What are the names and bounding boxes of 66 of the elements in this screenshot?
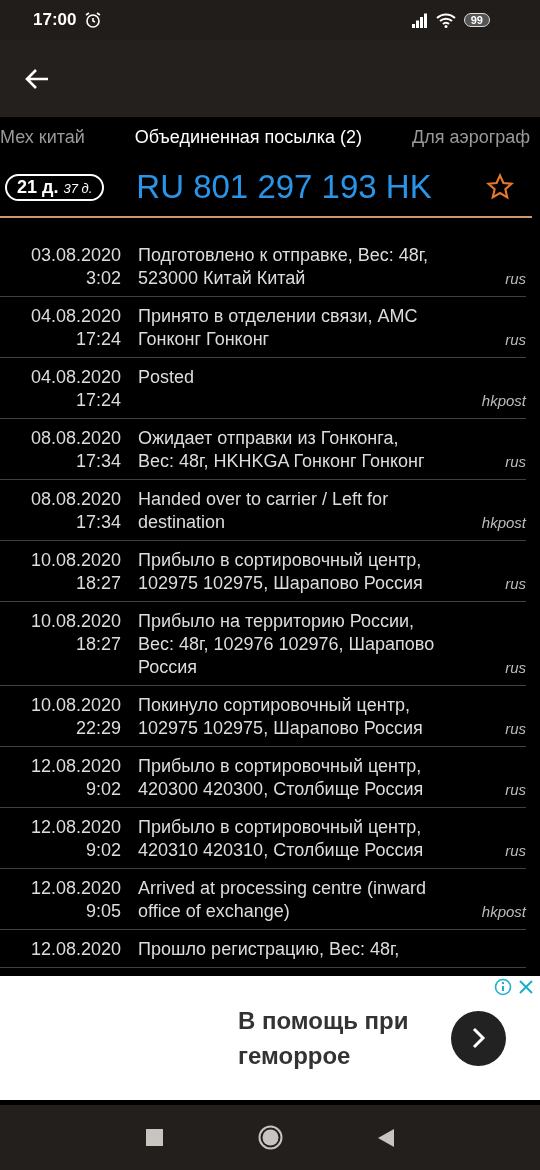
event-source: hkpost bbox=[481, 391, 526, 411]
tab[interactable]: Для аэрограф bbox=[412, 127, 531, 148]
tab[interactable]: Мех китай bbox=[0, 127, 85, 148]
event-date: 10.08.2020 bbox=[30, 694, 121, 717]
event-time: 22:29 bbox=[75, 717, 121, 740]
event-time: 3:02 bbox=[85, 267, 121, 290]
home-icon[interactable] bbox=[258, 1125, 283, 1150]
event-date: 08.08.2020 bbox=[30, 488, 121, 511]
event-source: rus bbox=[505, 269, 526, 289]
event-date: 12.08.2020 bbox=[30, 938, 121, 961]
event-source: hkpost bbox=[481, 902, 526, 922]
total-days: 37 д. bbox=[63, 180, 93, 196]
event-description: Прибыло в сортировочный центр, 420300 420300, Столбище Россия bbox=[137, 755, 425, 801]
event-source: rus bbox=[505, 719, 526, 739]
tab[interactable]: Объединенная посылка (2) bbox=[134, 127, 363, 148]
ad-text: В помощь при геморрое bbox=[238, 1006, 410, 1071]
event-description: Handed over to carrier / Left for destination bbox=[137, 488, 390, 534]
event-description: Posted bbox=[137, 366, 196, 389]
status-time: 17:00 bbox=[33, 10, 77, 30]
days-count: 21 д. bbox=[17, 176, 59, 198]
event-date: 04.08.2020 bbox=[30, 366, 121, 389]
tracking-number: RU 801 297 193 HK bbox=[136, 168, 433, 206]
event-description: Принято в отделении связи, АМС Гонконг Гонконг bbox=[137, 305, 419, 351]
event-date: 10.08.2020 bbox=[30, 549, 121, 572]
event-time: 17:34 bbox=[75, 450, 121, 473]
event-description: Подготовлено к отправке, Вес: 48г, 523000 Китай Китай bbox=[137, 244, 430, 290]
event-description: Arrived at processing centre (inward office of exchange) bbox=[137, 877, 428, 923]
event-time: 9:02 bbox=[85, 839, 121, 862]
event-date: 12.08.2020 bbox=[30, 755, 121, 778]
event-description: Ожидает отправки из Гонконга, Вес: 48г, HKHKGA Гонконг Гонконг bbox=[137, 427, 426, 473]
event-time: 9:02 bbox=[85, 778, 121, 801]
ad-next-button[interactable] bbox=[451, 1010, 506, 1066]
event-time: 18:27 bbox=[75, 572, 121, 595]
event-description: Прибыло в сортировочный центр, 420310 420310, Столбище Россия bbox=[137, 816, 425, 862]
event-time: 17:34 bbox=[75, 511, 121, 534]
event-source: rus bbox=[505, 452, 526, 472]
event-time: 17:24 bbox=[75, 389, 121, 412]
event-source: rus bbox=[505, 330, 526, 350]
ad-banner[interactable]: В помощь при геморрое bbox=[0, 976, 540, 1100]
battery-indicator: 99 bbox=[463, 13, 490, 27]
event-description: Прибыло в сортировочный центр, 102975 102975, Шарапово Россия bbox=[137, 549, 424, 595]
close-icon[interactable] bbox=[518, 978, 534, 996]
event-date: 04.08.2020 bbox=[30, 305, 121, 328]
event-date: 12.08.2020 bbox=[30, 877, 121, 900]
event-source: rus bbox=[505, 574, 526, 594]
event-description: Прибыло на территорию России, Вес: 48г, 102976 102976, Шарапово Россия bbox=[137, 610, 436, 679]
event-time: 9:05 bbox=[85, 900, 121, 923]
event-description: Прошло регистрацию, Вес: 48г, bbox=[137, 938, 401, 961]
event-time: 18:27 bbox=[75, 633, 121, 656]
event-time: 17:24 bbox=[75, 328, 121, 351]
event-date: 10.08.2020 bbox=[30, 610, 121, 633]
event-date: 12.08.2020 bbox=[30, 816, 121, 839]
info-icon[interactable] bbox=[494, 978, 512, 996]
event-date: 03.08.2020 bbox=[30, 244, 121, 267]
star-icon[interactable] bbox=[486, 173, 514, 201]
back-icon[interactable] bbox=[378, 1128, 394, 1147]
wifi-icon bbox=[435, 12, 456, 28]
alarm-icon bbox=[84, 11, 103, 29]
event-source: rus bbox=[505, 658, 526, 678]
event-source: rus bbox=[505, 780, 526, 800]
event-source: rus bbox=[505, 841, 526, 861]
event-description: Покинуло сортировочный центр, 102975 102975, Шарапово Россия bbox=[137, 694, 424, 740]
back-arrow-icon[interactable] bbox=[24, 67, 50, 90]
event-source: hkpost bbox=[481, 513, 526, 533]
event-date: 08.08.2020 bbox=[30, 427, 121, 450]
chevron-right-icon bbox=[470, 1026, 487, 1050]
